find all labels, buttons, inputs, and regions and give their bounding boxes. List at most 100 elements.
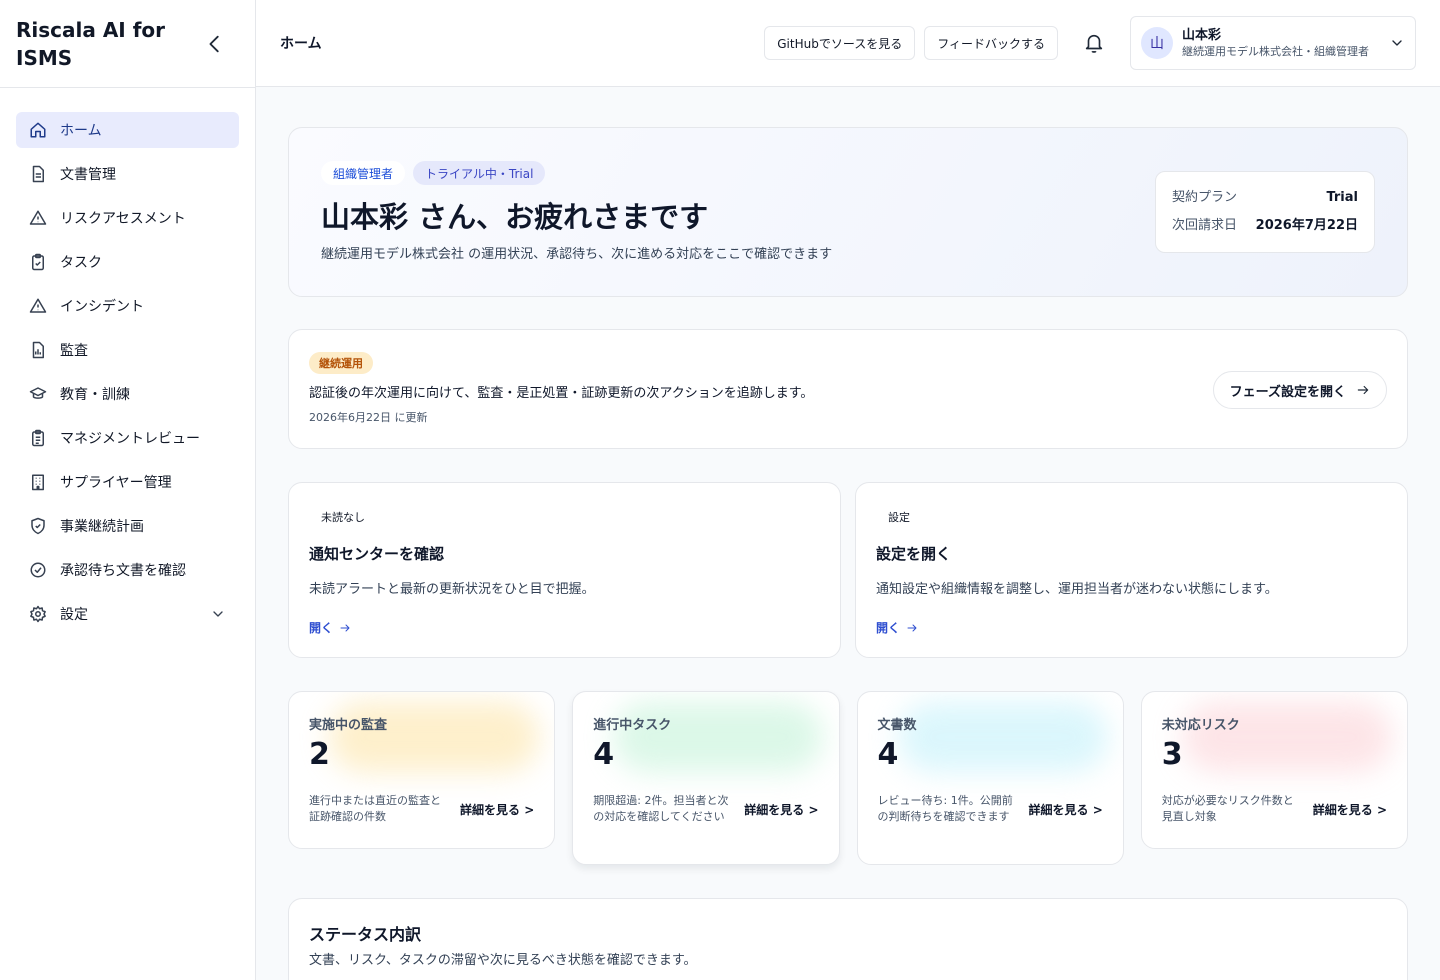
sidebar-item-label: リスクアセスメント [60,211,186,227]
sidebar-item-tasks[interactable]: タスク [16,244,239,280]
bell-icon [1085,34,1103,53]
sidebar-item-label: タスク [60,255,102,271]
sidebar-item-management-review[interactable]: マネジメントレビュー [16,420,239,456]
stat-card-documents: 文書数 4 レビュー待ち: 1件。公開前の判断待ちを確認できます 詳細を見る > [856,691,1124,865]
sidebar-item-training[interactable]: 教育・訓練 [16,376,239,412]
sidebar-item-label: 事業継続計画 [60,519,144,535]
chevron-down-icon [213,611,223,617]
billing-row: 次回請求日 2026年7月22日 [1172,212,1358,240]
page-title: ホーム [280,36,322,52]
stat-label: 進行中タスク [593,718,672,733]
stat-value: 2 [309,737,330,772]
sidebar-item-documents[interactable]: 文書管理 [16,156,239,192]
sidebar-item-pending-approvals[interactable]: 承認待ち文書を確認 [16,552,239,588]
stat-footer: 進行中または直近の監査と証跡確認の件数 詳細を見る > [309,793,534,825]
stat-value: 3 [1161,737,1183,772]
check-circle-icon [29,561,47,579]
stat-card-audits: 実施中の監査 2 進行中または直近の監査と証跡確認の件数 詳細を見る > [288,691,556,849]
stat-details-link[interactable]: 詳細を見る > [1029,801,1103,818]
sidebar-item-label: インシデント [60,299,144,315]
card-title: 通知センターを確認 [309,545,445,563]
sidebar-item-incidents[interactable]: インシデント [16,288,239,324]
building-icon [29,473,47,491]
user-name: 山本彩 [1182,27,1222,43]
stat-details-link[interactable]: 詳細を見る > [460,801,534,818]
stat-label: 未対応リスク [1161,718,1240,733]
report-icon [29,341,47,359]
home-icon [29,121,47,139]
link-label: 開く [876,621,901,635]
gear-icon [29,605,47,623]
notifications-button[interactable] [1076,25,1112,61]
user-info: 山本彩 継続運用モデル株式会社・組織管理者 [1182,27,1389,60]
plan-row: 契約プラン Trial [1172,184,1358,212]
main-content: 組織管理者 トライアル中・Trial 山本彩 さん、お疲れさまです 継続運用モデ… [288,127,1408,980]
stat-footer: 対応が必要なリスク件数と見直し対象 詳細を見る > [1162,793,1387,825]
chevron-down-icon [1392,40,1402,46]
card-description: 未読アラートと最新の更新状況をひと目で把握。 [309,582,595,597]
settings-card: 設定 設定を開く 通知設定や組織情報を調整し、運用担当者が迷わない状態にします。… [855,482,1408,658]
plan-summary: 契約プラン Trial 次回請求日 2026年7月22日 [1155,171,1375,253]
sidebar: Riscala AI for ISMS ホーム 文書管理 リスクアセスメント タ… [0,0,256,980]
status-title: ステータス内訳 [309,925,422,944]
card-description: 通知設定や組織情報を調整し、運用担当者が迷わない状態にします。 [876,582,1278,597]
stat-label: 実施中の監査 [309,718,388,733]
phase-updated-date: 2026年6月22日 に更新 [309,411,428,424]
phase-button-label: フェーズ設定を開く [1229,384,1346,400]
stat-card-risks: 未対応リスク 3 対応が必要なリスク件数と見直し対象 詳細を見る > [1140,691,1408,849]
sidebar-item-label: マネジメントレビュー [60,431,200,447]
sidebar-item-suppliers[interactable]: サプライヤー管理 [16,464,239,500]
sidebar-item-label: 承認待ち文書を確認 [60,563,186,579]
stat-value: 4 [877,737,899,772]
clipboard-list-icon [29,429,47,447]
sidebar-item-home[interactable]: ホーム [16,112,239,148]
stat-value: 4 [593,737,615,772]
sidebar-item-settings[interactable]: 設定 [16,596,239,632]
card-title: 設定を開く [876,545,952,563]
stat-details-link[interactable]: 詳細を見る > [744,801,818,818]
sidebar-item-label: ホーム [60,123,102,139]
sidebar-item-label: 文書管理 [60,167,116,183]
open-notifications-link[interactable]: 開く [309,619,351,636]
stat-card-tasks: 進行中タスク 4 期限超過: 2件。担当者と次の対応を確認してください 詳細を見… [572,691,840,865]
status-breakdown-card: ステータス内訳 文書、リスク、タスクの滞留や次に見るべき状態を確認できます。 [288,898,1408,980]
app-title: Riscala AI for ISMS [16,17,166,70]
user-menu[interactable]: 山 山本彩 継続運用モデル株式会社・組織管理者 [1130,16,1416,70]
card-tag: 未読なし [321,511,365,524]
trial-badge: トライアル中・Trial [413,161,546,185]
billing-label: 次回請求日 [1172,218,1238,233]
welcome-hero: 組織管理者 トライアル中・Trial 山本彩 さん、お疲れさまです 継続運用モデ… [288,127,1408,297]
phase-badge: 継続運用 [309,352,373,374]
stat-footer: レビュー待ち: 1件。公開前の判断待ちを確認できます 詳細を見る > [878,793,1103,825]
document-icon [29,165,47,183]
clipboard-check-icon [29,253,47,271]
stat-note: 対応が必要なリスク件数と見直し対象 [1161,794,1294,823]
card-tag: 設定 [888,511,910,524]
stats-row: 実施中の監査 2 進行中または直近の監査と証跡確認の件数 詳細を見る > 進行中… [288,691,1408,865]
sidebar-item-audit[interactable]: 監査 [16,332,239,368]
open-settings-link[interactable]: 開く [876,619,918,636]
stat-note: 進行中または直近の監査と証跡確認の件数 [309,794,441,823]
link-label: 開く [309,621,334,635]
avatar: 山 [1141,27,1173,59]
warning-icon [29,297,47,315]
shield-check-icon [29,517,47,535]
user-org: 継続運用モデル株式会社・組織管理者 [1182,44,1369,58]
status-description: 文書、リスク、タスクの滞留や次に見るべき状態を確認できます。 [309,953,697,968]
graduation-cap-icon [29,385,47,403]
github-source-button[interactable]: GitHubでソースを見る [764,26,916,60]
collapse-sidebar-button[interactable] [199,28,231,60]
phase-card: 継続運用 認証後の年次運用に向けて、監査・是正処置・証跡更新の次アクションを追跡… [288,329,1408,449]
sidebar-item-risk-assessment[interactable]: リスクアセスメント [16,200,239,236]
feedback-button[interactable]: フィードバックする [924,26,1058,60]
sidebar-item-bcp[interactable]: 事業継続計画 [16,508,239,544]
stat-label: 文書数 [877,718,917,733]
stat-note: レビュー待ち: 1件。公開前の判断待ちを確認できます [877,794,1013,823]
chevron-left-icon [209,35,219,52]
billing-value: 2026年7月22日 [1255,218,1358,233]
plan-label: 契約プラン [1172,190,1238,205]
open-phase-settings-button[interactable]: フェーズ設定を開く [1212,371,1387,409]
stat-note: 期限超過: 2件。担当者と次の対応を確認してください [593,794,729,823]
plan-value: Trial [1326,190,1358,205]
stat-details-link[interactable]: 詳細を見る > [1313,801,1387,818]
